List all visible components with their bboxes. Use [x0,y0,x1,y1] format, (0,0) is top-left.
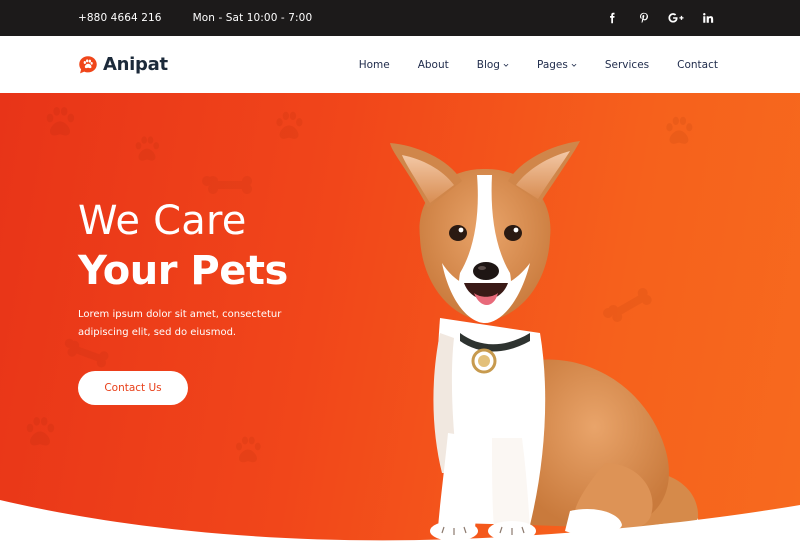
social-links [596,0,724,36]
main-header: Anipat Home About Blog Pages Services Co… [0,36,800,93]
nav-about[interactable]: About [418,59,449,71]
main-nav: Home About Blog Pages Services Contact [331,36,718,93]
hero-title: We Care Your Pets [78,201,288,291]
hero-section: We Care Your Pets Lorem ipsum dolor sit … [0,93,800,550]
nav-contact[interactable]: Contact [677,59,718,71]
pinterest-icon [640,12,648,24]
nav-pages[interactable]: Pages [537,59,577,71]
linkedin-link[interactable] [692,0,724,36]
paw-pattern-icon [46,107,75,136]
paw-pattern-icon [26,417,55,446]
pinterest-link[interactable] [628,0,660,36]
brand-logo[interactable]: Anipat [78,36,168,93]
bone-pattern-icon [202,176,252,194]
linkedin-icon [703,13,714,23]
chevron-down-icon [503,63,509,67]
opening-hours: Mon - Sat 10:00 - 7:00 [192,12,313,24]
brand-name: Anipat [103,54,168,75]
paw-pattern-icon [276,111,303,139]
contact-us-button[interactable]: Contact Us [78,371,188,405]
nav-blog-label: Blog [476,58,500,71]
nav-pages-label: Pages [536,58,568,71]
nav-blog[interactable]: Blog [477,59,509,71]
hero-description: Lorem ipsum dolor sit amet, consectetur … [78,309,282,338]
hero-title-line1: We Care [78,198,247,244]
facebook-icon [610,12,615,24]
nav-home[interactable]: Home [359,59,390,71]
google-plus-link[interactable] [660,0,692,36]
phone-number[interactable]: +880 4664 216 [78,12,162,24]
chevron-down-icon [571,63,577,67]
top-bar: +880 4664 216 Mon - Sat 10:00 - 7:00 [0,0,800,36]
paw-pattern-icon [135,136,160,161]
nav-services[interactable]: Services [605,59,649,71]
hero-bottom-wave [0,500,800,550]
hero-title-line2: Your Pets [78,248,288,294]
top-bar-contact: +880 4664 216 Mon - Sat 10:00 - 7:00 [78,0,343,36]
facebook-link[interactable] [596,0,628,36]
paw-chat-logo-icon [79,55,97,73]
google-plus-icon [668,13,684,23]
